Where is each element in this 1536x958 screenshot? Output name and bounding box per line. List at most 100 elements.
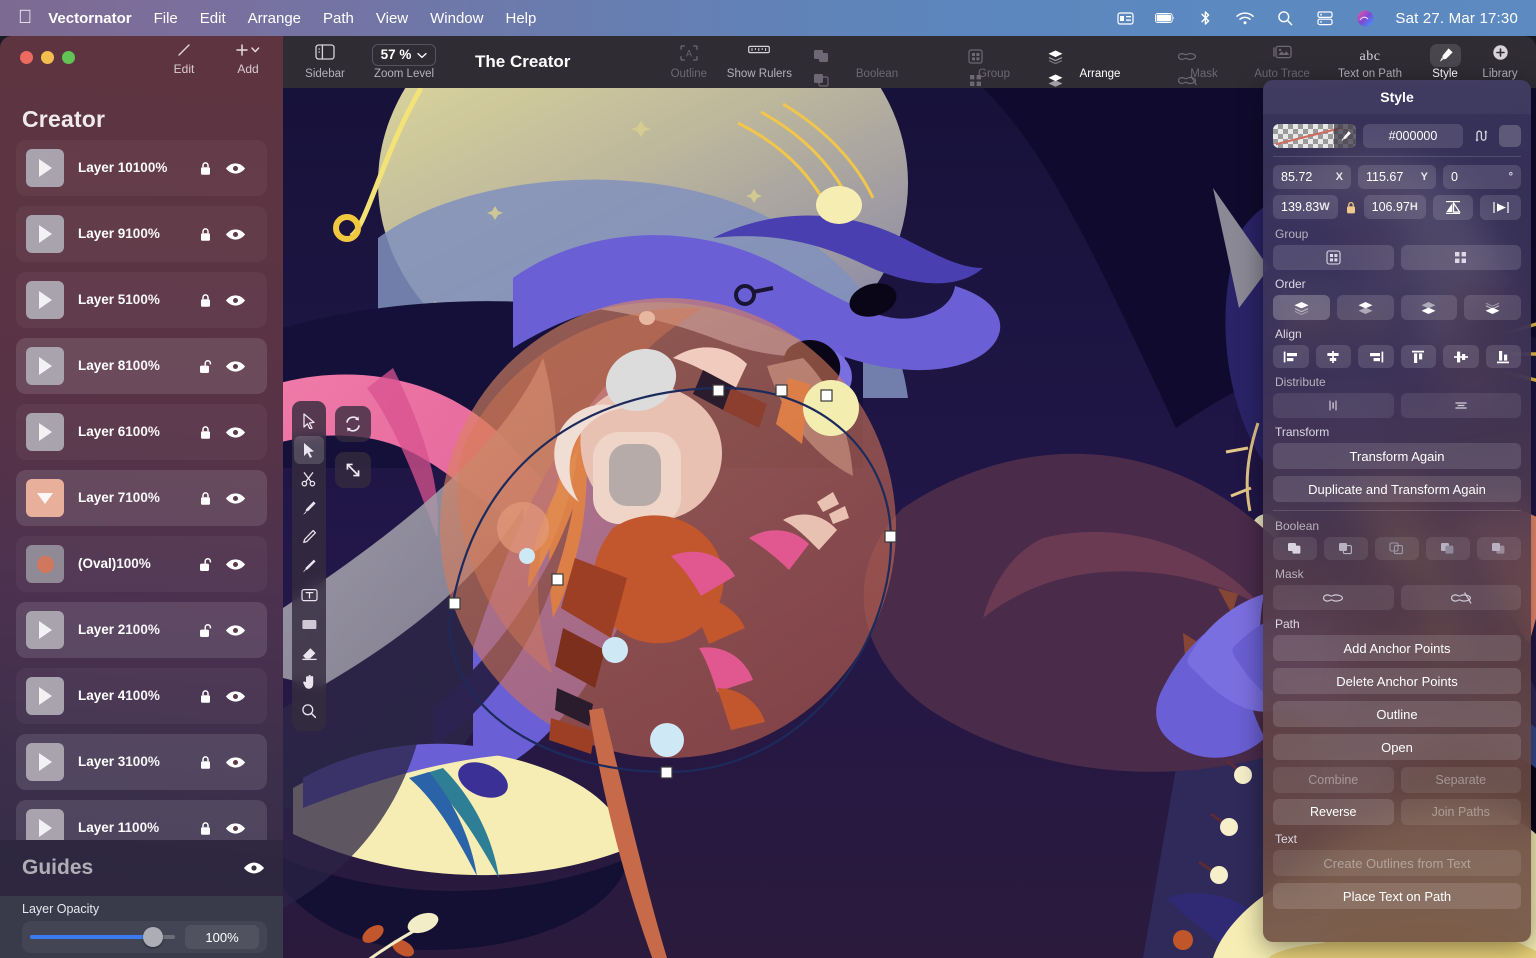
menu-item-file[interactable]: File xyxy=(154,10,178,27)
select-tool-icon[interactable] xyxy=(294,407,324,435)
delete-anchor-points-button[interactable]: Delete Anchor Points xyxy=(1273,668,1521,694)
align-left-button[interactable] xyxy=(1273,345,1309,368)
layer-visibility-icon[interactable] xyxy=(225,624,255,637)
transform-again-button[interactable]: Transform Again xyxy=(1273,443,1521,469)
display-icon[interactable] xyxy=(1315,9,1335,27)
layer-row[interactable]: Layer 10100% xyxy=(16,140,267,196)
add-layer-button[interactable]: Add xyxy=(227,42,269,76)
eyedropper-icon[interactable] xyxy=(1334,124,1356,148)
battery-icon[interactable] xyxy=(1155,9,1175,27)
layer-visibility-icon[interactable] xyxy=(225,162,255,175)
outline-button[interactable]: A Outline xyxy=(661,44,717,80)
show-rulers-button[interactable]: Show Rulers xyxy=(721,44,798,80)
layer-row[interactable]: Layer 8100% xyxy=(16,338,267,394)
layer-row[interactable]: Layer 3100% xyxy=(16,734,267,790)
layer-row[interactable]: Layer 1100% xyxy=(16,800,267,840)
guides-visibility-icon[interactable] xyxy=(243,861,265,875)
edit-layers-button[interactable]: Edit xyxy=(163,42,205,76)
mask-icon[interactable] xyxy=(1174,44,1200,68)
layer-visibility-icon[interactable] xyxy=(225,822,255,835)
lock-open-icon[interactable] xyxy=(199,623,225,638)
unite-icon[interactable] xyxy=(808,44,834,68)
toggle-sidebar-button[interactable]: Sidebar xyxy=(297,44,353,80)
search-icon[interactable] xyxy=(1275,9,1295,27)
open-path-button[interactable]: Open xyxy=(1273,734,1521,760)
layer-visibility-icon[interactable] xyxy=(225,426,255,439)
height-field[interactable]: 106.97 H xyxy=(1363,195,1426,219)
layer-visibility-icon[interactable] xyxy=(225,756,255,769)
rotate-handle-button[interactable] xyxy=(335,406,371,442)
lock-closed-icon[interactable] xyxy=(199,161,225,176)
layer-visibility-icon[interactable] xyxy=(225,558,255,571)
menu-item-view[interactable]: View xyxy=(376,10,408,27)
layer-visibility-icon[interactable] xyxy=(225,360,255,373)
zoom-window-button[interactable] xyxy=(62,51,75,64)
guides-row[interactable]: Guides xyxy=(0,840,283,896)
layer-row[interactable]: Layer 7100% xyxy=(16,470,267,526)
bring-to-front-icon[interactable] xyxy=(1042,44,1068,68)
outline-path-button[interactable]: Outline xyxy=(1273,701,1521,727)
scale-handle-button[interactable] xyxy=(335,452,371,488)
bring-to-front-button[interactable] xyxy=(1273,295,1330,320)
lock-closed-icon[interactable] xyxy=(199,689,225,704)
join-paths-button[interactable]: Join Paths xyxy=(1400,799,1521,825)
tool-palette[interactable] xyxy=(292,401,326,731)
text-tool-icon[interactable] xyxy=(294,581,324,609)
menu-item-path[interactable]: Path xyxy=(323,10,354,27)
brush-tool-icon[interactable] xyxy=(294,552,324,580)
slider-knob[interactable] xyxy=(143,927,164,947)
create-outlines-from-text-button[interactable]: Create Outlines from Text xyxy=(1273,850,1521,876)
style-panel-button[interactable]: Style xyxy=(1420,44,1470,80)
combine-button[interactable]: Combine xyxy=(1273,767,1394,793)
zoom-level-box[interactable]: 57 % xyxy=(365,44,443,66)
fill-hex-field[interactable]: #000000 xyxy=(1363,124,1463,148)
exclude-button[interactable] xyxy=(1426,537,1470,560)
layer-visibility-icon[interactable] xyxy=(225,492,255,505)
lock-open-icon[interactable] xyxy=(199,557,225,572)
flip-horizontal-button[interactable] xyxy=(1432,195,1474,220)
lock-aspect-ratio-icon[interactable] xyxy=(1345,195,1357,220)
swap-fill-stroke-icon[interactable] xyxy=(1470,125,1492,147)
apple-icon[interactable]:  xyxy=(18,8,32,27)
layer-opacity-value[interactable]: 100% xyxy=(185,925,259,949)
control-center-icon[interactable] xyxy=(1115,9,1135,27)
y-field[interactable]: 115.67 Y xyxy=(1358,165,1436,189)
layer-row[interactable]: Layer 2100% xyxy=(16,602,267,658)
close-window-button[interactable] xyxy=(20,51,33,64)
send-backward-button[interactable] xyxy=(1400,295,1458,320)
width-field[interactable]: 139.83 W xyxy=(1273,195,1338,219)
reverse-button[interactable]: Reverse xyxy=(1273,799,1394,825)
wifi-icon[interactable] xyxy=(1235,9,1255,27)
menu-item-window[interactable]: Window xyxy=(430,10,483,27)
group-button[interactable] xyxy=(1273,245,1394,270)
layer-visibility-icon[interactable] xyxy=(225,294,255,307)
hand-tool-icon[interactable] xyxy=(294,668,324,696)
siri-icon[interactable] xyxy=(1355,9,1375,27)
zoom-tool-icon[interactable] xyxy=(294,697,324,725)
layer-opacity-slider[interactable] xyxy=(30,927,175,947)
zoom-level-control[interactable]: 57 % Zoom Level xyxy=(359,44,449,80)
window-traffic-lights[interactable] xyxy=(20,51,75,64)
distribute-vertical-button[interactable] xyxy=(1400,393,1521,418)
layer-visibility-icon[interactable] xyxy=(225,228,255,241)
lock-closed-icon[interactable] xyxy=(199,227,225,242)
shape-tool-icon[interactable] xyxy=(294,610,324,638)
layer-row[interactable]: Layer 4100% xyxy=(16,668,267,724)
rotation-field[interactable]: 0 ° xyxy=(1443,165,1521,189)
align-right-button[interactable] xyxy=(1358,345,1394,368)
x-field[interactable]: 85.72 X xyxy=(1273,165,1351,189)
align-bottom-button[interactable] xyxy=(1485,345,1521,368)
lock-open-icon[interactable] xyxy=(199,359,225,374)
layer-row[interactable]: Layer 6100% xyxy=(16,404,267,460)
layer-row[interactable]: (Oval)100% xyxy=(16,536,267,592)
unmask-button[interactable] xyxy=(1400,585,1521,610)
minimize-window-button[interactable] xyxy=(41,51,54,64)
layer-row[interactable]: Layer 9100% xyxy=(16,206,267,262)
align-center-v-button[interactable] xyxy=(1443,345,1479,368)
divide-button[interactable] xyxy=(1477,537,1521,560)
group-group[interactable]: Group xyxy=(956,44,1032,86)
lock-closed-icon[interactable] xyxy=(199,755,225,770)
align-center-h-button[interactable] xyxy=(1315,345,1351,368)
menu-item-vectornator[interactable]: Vectornator xyxy=(48,10,131,27)
unite-button[interactable] xyxy=(1273,537,1317,560)
